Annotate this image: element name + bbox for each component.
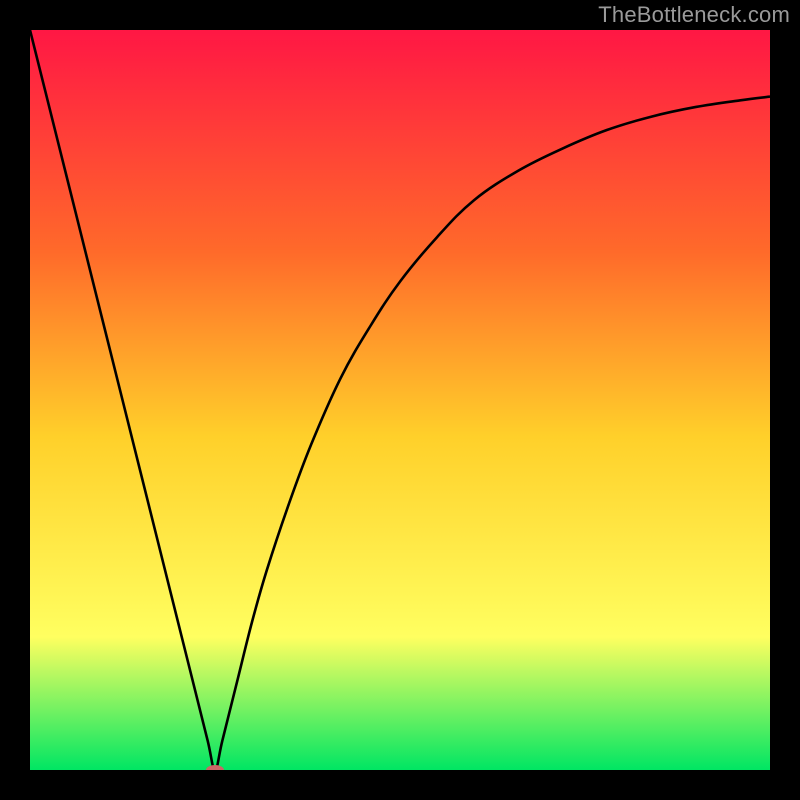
plot-area <box>30 30 770 770</box>
watermark-text: TheBottleneck.com <box>598 2 790 28</box>
chart-frame: TheBottleneck.com <box>0 0 800 800</box>
chart-svg <box>30 30 770 770</box>
plot-background <box>30 30 770 770</box>
